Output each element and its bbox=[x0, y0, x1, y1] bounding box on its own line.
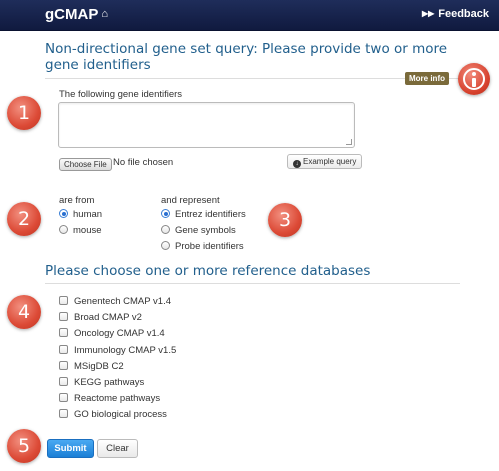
species-radio-mouse[interactable]: mouse bbox=[59, 224, 102, 238]
checkbox-icon[interactable] bbox=[59, 312, 68, 321]
feedback-link[interactable]: ▶▶ Feedback bbox=[422, 8, 489, 20]
db-checkbox-broad[interactable]: Broad CMAP v2 bbox=[59, 311, 142, 325]
checkbox-icon[interactable] bbox=[59, 393, 68, 402]
checkbox-icon[interactable] bbox=[59, 409, 68, 418]
db-checkbox-oncology[interactable]: Oncology CMAP v1.4 bbox=[59, 327, 165, 341]
species-option-label: mouse bbox=[73, 225, 102, 236]
feedback-label: Feedback bbox=[438, 8, 489, 20]
radio-icon[interactable] bbox=[161, 225, 170, 234]
db-label: MSigDB C2 bbox=[74, 361, 124, 372]
home-icon: ⌂ bbox=[101, 8, 108, 20]
more-info-button[interactable]: More info bbox=[405, 72, 449, 85]
step-badge-5: 5 bbox=[7, 429, 41, 463]
gene-ids-label: The following gene identifiers bbox=[59, 89, 183, 100]
clear-button[interactable]: Clear bbox=[97, 439, 138, 458]
db-label: KEGG pathways bbox=[74, 377, 145, 388]
download-icon: ↓ bbox=[293, 160, 301, 168]
checkbox-icon[interactable] bbox=[59, 361, 68, 370]
db-label: Broad CMAP v2 bbox=[74, 312, 142, 323]
query-divider bbox=[45, 78, 460, 79]
db-label: Genentech CMAP v1.4 bbox=[74, 296, 171, 307]
radio-icon[interactable] bbox=[59, 225, 68, 234]
fast-forward-icon: ▶▶ bbox=[421, 9, 435, 18]
id-option-label: Entrez identifiers bbox=[175, 209, 246, 220]
reference-divider bbox=[45, 283, 460, 284]
resize-grip-icon[interactable] bbox=[346, 139, 352, 145]
db-checkbox-genentech[interactable]: Genentech CMAP v1.4 bbox=[59, 295, 171, 309]
db-label: GO biological process bbox=[74, 409, 167, 420]
species-label: are from bbox=[59, 195, 95, 206]
brand-link[interactable]: gCMAP ⌂ bbox=[45, 6, 108, 23]
identifier-type-label: and represent bbox=[161, 195, 220, 206]
id-option-label: Probe identifiers bbox=[175, 241, 244, 252]
db-checkbox-immunology[interactable]: Immunology CMAP v1.5 bbox=[59, 344, 176, 358]
radio-icon[interactable] bbox=[161, 241, 170, 250]
info-icon bbox=[458, 63, 490, 95]
step-badge-3: 3 bbox=[268, 203, 302, 237]
species-option-label: human bbox=[73, 209, 103, 220]
id-radio-symbols[interactable]: Gene symbols bbox=[161, 224, 236, 238]
step-badge-4: 4 bbox=[7, 295, 41, 329]
submit-button[interactable]: Submit bbox=[47, 439, 94, 458]
checkbox-icon[interactable] bbox=[59, 377, 68, 386]
top-navbar: gCMAP ⌂ ▶▶ Feedback bbox=[0, 0, 499, 31]
no-file-text: No file chosen bbox=[113, 157, 174, 168]
example-query-label: Example query bbox=[303, 157, 357, 166]
id-radio-probe[interactable]: Probe identifiers bbox=[161, 240, 244, 254]
radio-selected-icon[interactable] bbox=[59, 209, 68, 218]
db-checkbox-go[interactable]: GO biological process bbox=[59, 408, 167, 422]
db-label: Reactome pathways bbox=[74, 393, 161, 404]
brand-label: gCMAP bbox=[45, 6, 99, 23]
db-label: Immunology CMAP v1.5 bbox=[74, 345, 177, 356]
db-checkbox-kegg[interactable]: KEGG pathways bbox=[59, 376, 144, 390]
checkbox-icon[interactable] bbox=[59, 296, 68, 305]
radio-selected-icon[interactable] bbox=[161, 209, 170, 218]
species-radio-human[interactable]: human bbox=[59, 208, 102, 222]
db-checkbox-reactome[interactable]: Reactome pathways bbox=[59, 392, 160, 406]
id-option-label: Gene symbols bbox=[175, 225, 236, 236]
id-radio-entrez[interactable]: Entrez identifiers bbox=[161, 208, 246, 222]
reference-title: Please choose one or more reference data… bbox=[45, 263, 371, 279]
step-badge-2: 2 bbox=[7, 202, 41, 236]
checkbox-icon[interactable] bbox=[59, 345, 68, 354]
gene-ids-textarea[interactable] bbox=[58, 102, 355, 148]
choose-file-button[interactable]: Choose File bbox=[59, 158, 112, 171]
db-label: Oncology CMAP v1.4 bbox=[74, 328, 165, 339]
step-badge-1: 1 bbox=[7, 96, 41, 130]
db-checkbox-msigdb[interactable]: MSigDB C2 bbox=[59, 360, 124, 374]
checkbox-icon[interactable] bbox=[59, 328, 68, 337]
example-query-button[interactable]: ↓ Example query bbox=[287, 154, 363, 169]
query-title: Non-directional gene set query: Please p… bbox=[45, 41, 448, 73]
